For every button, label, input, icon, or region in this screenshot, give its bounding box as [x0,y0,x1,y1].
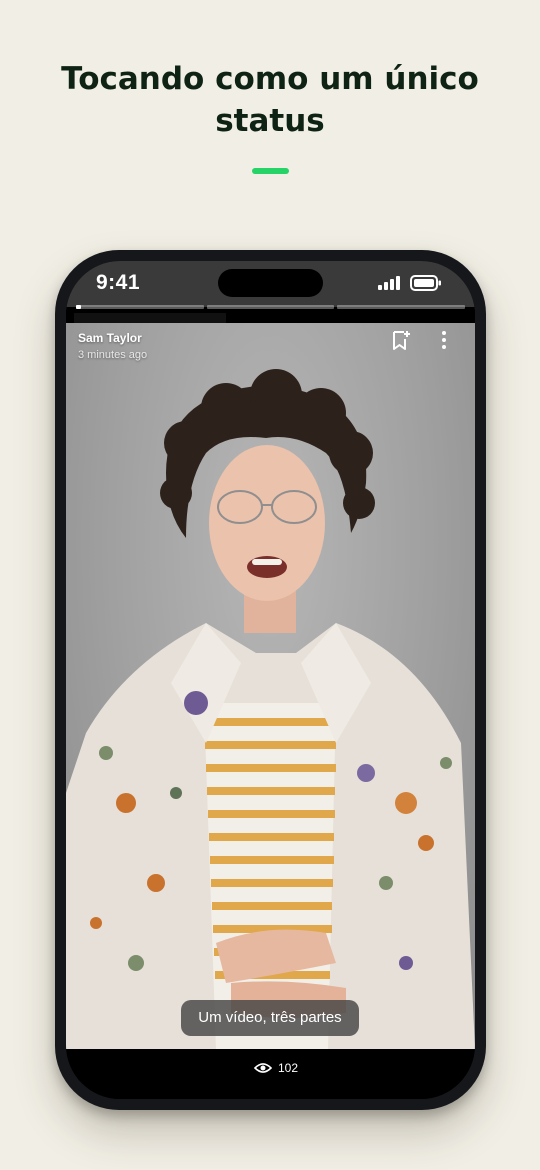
device-status-bar: 9:41 [66,261,475,307]
progress-segment [337,305,466,309]
header-shade [74,313,226,323]
status-footer: 102 [66,1049,475,1099]
eye-icon [254,1063,272,1073]
sender-name[interactable]: Sam Taylor [78,331,142,345]
status-progress [76,305,466,309]
more-vertical-icon[interactable] [440,330,448,350]
phone-screen: 9:41 Sam Taylor 3 minutes ago Um vídeo, … [66,261,475,1099]
view-count[interactable]: 102 [254,1061,298,1075]
progress-segment [206,305,335,309]
signal-icon [378,276,400,290]
status-video[interactable] [66,323,475,1049]
video-frame-illustration [66,369,475,1049]
clock: 9:41 [96,271,141,294]
headline-line-1: Tocando como um único [61,61,479,97]
headline-line-2: status [215,103,325,139]
progress-segment [76,305,204,309]
progress-segment-fill [76,305,82,309]
status-caption: Um vídeo, três partes [181,1000,359,1036]
view-count-value: 102 [278,1061,299,1075]
phone-frame: 9:41 Sam Taylor 3 minutes ago Um vídeo, … [55,250,486,1110]
status-timestamp: 3 minutes ago [78,349,148,361]
dynamic-island [218,269,323,297]
bookmark-icon[interactable] [391,330,411,352]
battery-icon [410,275,441,291]
headline: Tocando como um único status [0,58,540,142]
accent-divider [252,168,289,174]
